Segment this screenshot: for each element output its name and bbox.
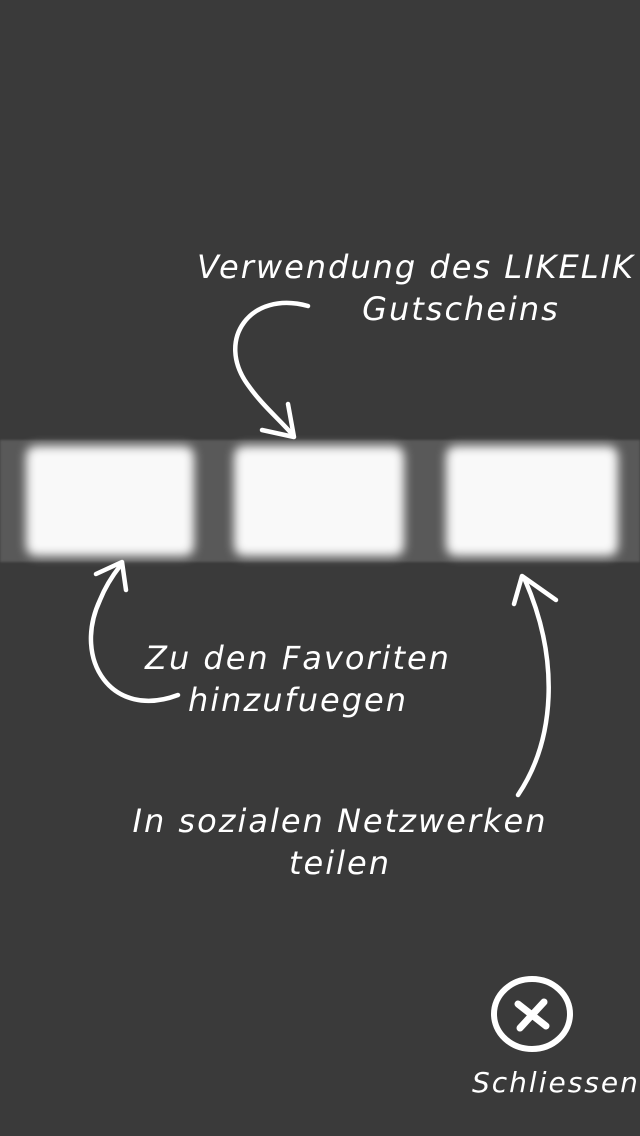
hint-share-social: In sozialen Netzwerken teilen [100, 800, 580, 884]
share-slot[interactable] [446, 446, 618, 556]
hint-add-favorites-line-2: hinzufuegen [187, 681, 409, 719]
hint-add-favorites: Zu den Favoriten hinzufuegen [118, 637, 478, 721]
use-voucher-slot[interactable] [234, 446, 404, 556]
curved-arrow-icon-share [515, 577, 551, 798]
hint-use-voucher-line-2: Gutscheins [362, 290, 560, 328]
arrow-head-use [259, 401, 297, 440]
hint-use-voucher: Verwendung des LIKELIK Gutscheins [196, 246, 636, 330]
favorite-slot[interactable] [26, 446, 194, 556]
arrow-head-share [511, 573, 559, 607]
hint-arrows [88, 300, 559, 798]
hint-use-voucher-line-1: Verwendung des LIKELIK [197, 248, 635, 286]
arrow-head-fav [93, 559, 129, 593]
hint-add-favorites-line-1: Zu den Favoriten [145, 639, 451, 677]
hint-share-social-line-2: teilen [289, 844, 391, 882]
close-label[interactable]: Schliessen [472, 1066, 638, 1099]
close-button[interactable]: Schliessen [472, 970, 638, 1110]
close-icon[interactable] [490, 974, 574, 1054]
hint-share-social-line-1: In sozialen Netzwerken [132, 802, 548, 840]
